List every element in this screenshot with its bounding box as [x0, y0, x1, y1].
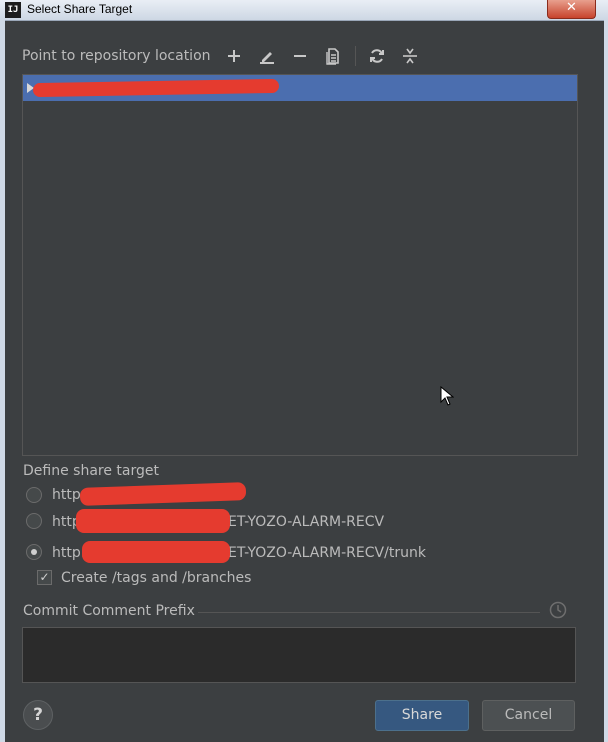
repository-location-label: Point to repository location	[22, 48, 211, 64]
edit-icon[interactable]	[256, 45, 278, 67]
window-title: Select Share Target	[27, 2, 133, 16]
close-button[interactable]: ✕	[547, 0, 596, 19]
share-target-option-1[interactable]: http	[52, 487, 81, 503]
browse-icon[interactable]	[322, 45, 344, 67]
section-divider	[198, 612, 540, 613]
window-border-left	[0, 20, 5, 742]
create-tags-checkbox[interactable]: ✓	[37, 570, 52, 585]
title-bar: IJ Select Share Target ✕	[0, 0, 608, 21]
commit-comment-prefix-label: Commit Comment Prefix	[23, 603, 195, 619]
share-target-option-1-prefix: http	[52, 487, 81, 503]
redaction-mark	[79, 482, 247, 506]
intellij-app-icon: IJ	[5, 2, 21, 18]
share-target-option-2-suffix: ET-YOZO-ALARM-RECV	[228, 514, 385, 530]
add-icon[interactable]	[223, 45, 245, 67]
remove-icon[interactable]	[289, 45, 311, 67]
toolbar-separator	[354, 46, 356, 66]
cancel-button[interactable]: Cancel	[482, 700, 575, 731]
share-target-option-3-prefix: http:	[52, 545, 86, 561]
refresh-icon[interactable]	[366, 45, 388, 67]
create-tags-label[interactable]: Create /tags and /branches	[61, 570, 251, 586]
define-share-target-label: Define share target	[23, 463, 159, 479]
redaction-mark	[82, 541, 230, 563]
tree-row-selected[interactable]	[23, 75, 577, 101]
commit-comment-prefix-input[interactable]	[22, 627, 576, 683]
collapse-all-icon[interactable]	[399, 45, 421, 67]
mouse-cursor-icon	[440, 386, 454, 406]
share-target-radio-2[interactable]	[26, 513, 42, 529]
share-target-option-3-suffix: ET-YOZO-ALARM-RECV/trunk	[228, 545, 426, 561]
history-clock-icon[interactable]	[549, 601, 567, 619]
share-target-radio-1[interactable]	[26, 487, 42, 503]
share-target-radio-3[interactable]	[26, 544, 42, 560]
redaction-mark	[76, 509, 230, 533]
repository-toolbar: Point to repository location	[22, 44, 432, 68]
redaction-mark	[32, 78, 280, 98]
help-button[interactable]: ?	[23, 700, 53, 730]
share-target-option-3[interactable]: http:	[52, 545, 85, 561]
repository-tree[interactable]	[22, 74, 578, 456]
window-border-right	[604, 20, 608, 742]
share-button[interactable]: Share	[375, 700, 469, 731]
